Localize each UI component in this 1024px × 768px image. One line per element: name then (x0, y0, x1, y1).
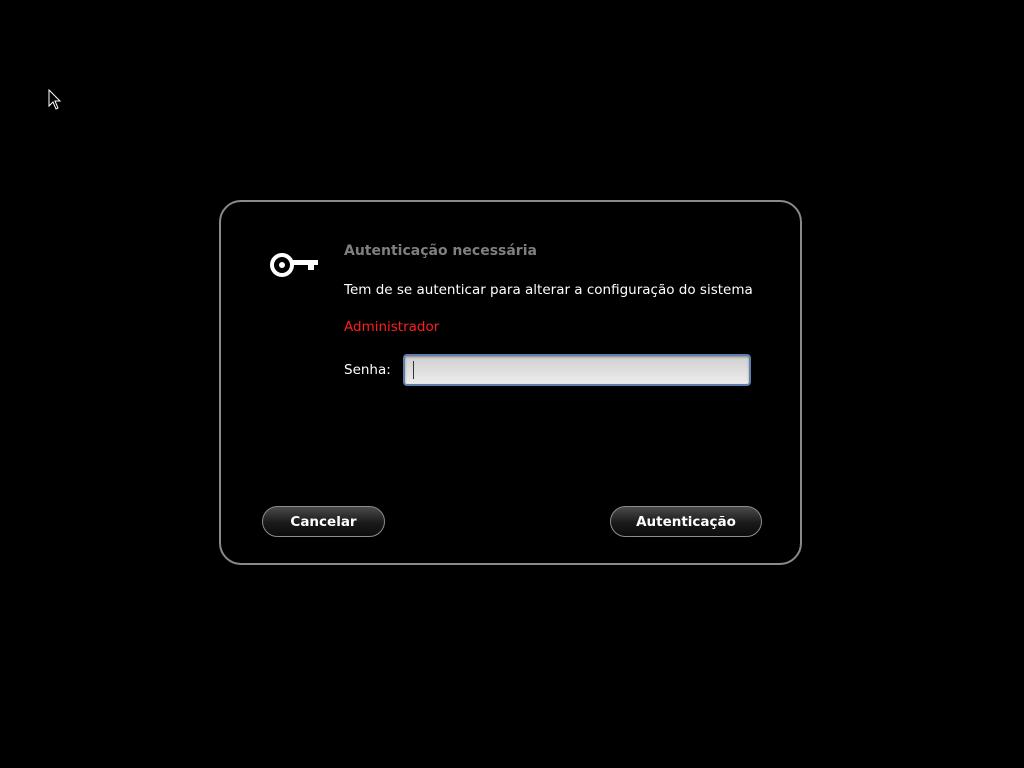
user-name: Administrador (344, 319, 440, 335)
key-icon (270, 253, 318, 277)
authenticate-button[interactable]: Autenticação (610, 506, 762, 537)
dialog-message: Tem de se autenticar para alterar a conf… (344, 282, 753, 298)
desktop-screen: Autenticação necessária Tem de se autent… (0, 0, 1024, 768)
text-caret (413, 361, 414, 379)
password-label: Senha: (344, 362, 391, 378)
password-input[interactable] (403, 354, 751, 386)
mouse-pointer-icon (48, 89, 62, 110)
cancel-button[interactable]: Cancelar (262, 506, 385, 537)
dialog-title: Autenticação necessária (344, 243, 537, 259)
